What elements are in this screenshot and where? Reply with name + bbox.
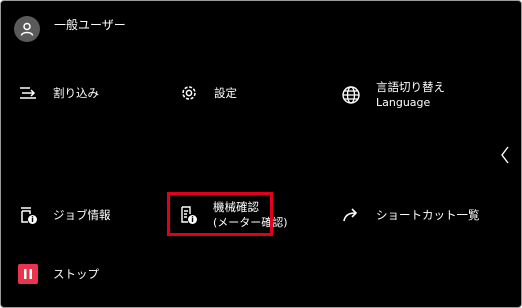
interrupt-icon (17, 82, 39, 104)
job-info-icon (17, 204, 39, 226)
language-label: 言語切り替え Language (376, 80, 445, 110)
settings-label: 設定 (214, 85, 237, 100)
job-info-label: ジョブ情報 (53, 207, 111, 222)
interrupt-label: 割り込み (53, 85, 99, 100)
stop-icon-wrap (17, 263, 39, 285)
chevron-left-icon[interactable] (498, 144, 512, 166)
selection-highlight (167, 192, 273, 236)
shortcut-list-button[interactable]: ショートカット一覧 (340, 204, 480, 226)
settings-button[interactable]: 設定 (178, 82, 237, 104)
user-account[interactable]: 一般ユーザー (14, 16, 126, 42)
stop-button[interactable]: ストップ (17, 263, 99, 285)
gear-icon (178, 82, 200, 104)
interrupt-button[interactable]: 割り込み (17, 82, 99, 104)
stop-icon (18, 264, 38, 284)
globe-icon (340, 84, 362, 106)
job-info-button[interactable]: ジョブ情報 (17, 204, 111, 226)
user-icon (14, 16, 40, 42)
stop-label: ストップ (53, 266, 99, 281)
language-button[interactable]: 言語切り替え Language (340, 80, 445, 110)
quick-menu-panel: 一般ユーザー 割り込み 設定 言語切り替え Language ジョブ情報 機械確… (0, 0, 522, 308)
shortcut-list-label: ショートカット一覧 (376, 207, 480, 222)
share-arrow-icon (340, 204, 362, 226)
language-label-main: 言語切り替え (376, 80, 445, 94)
user-name: 一般ユーザー (54, 18, 126, 32)
language-label-sub: Language (376, 96, 431, 109)
